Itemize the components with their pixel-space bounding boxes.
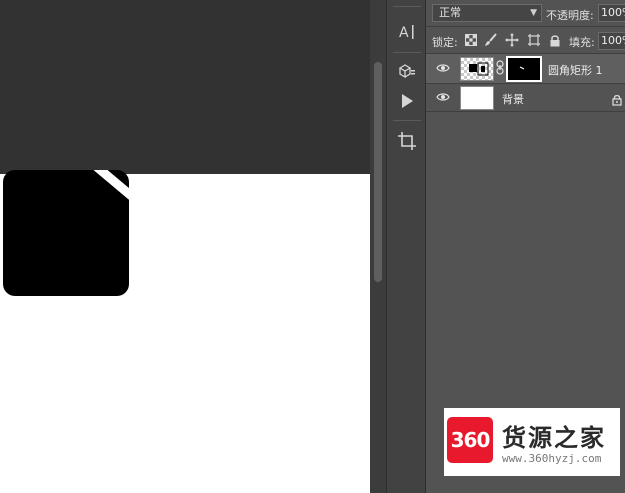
lock-paint-icon[interactable] — [484, 33, 498, 47]
play-action-icon[interactable] — [392, 87, 422, 115]
watermark-url: www.360hyzj.com — [502, 452, 602, 465]
fill-input[interactable]: 100% — [598, 32, 625, 50]
lock-transparent-icon[interactable] — [464, 33, 478, 47]
tool-separator — [393, 6, 421, 7]
vector-mask-thumbnail[interactable] — [506, 56, 542, 82]
lock-position-icon[interactable] — [505, 33, 519, 47]
panel-tool-strip: A — [386, 0, 426, 493]
blend-mode-value: 正常 — [439, 6, 461, 19]
watermark-title: 货源之家 — [502, 424, 606, 452]
layer-content-thumbnail[interactable] — [460, 57, 494, 81]
opacity-input[interactable]: 100% — [598, 4, 625, 22]
canvas-area[interactable] — [0, 0, 370, 493]
shape-cut-stroke — [90, 170, 129, 201]
blend-mode-select[interactable]: 正常 ▼ — [432, 4, 542, 22]
site-watermark: 360 货源之家 www.360hyzj.com — [444, 408, 620, 476]
photoshop-window: A 正常 ▼ 不透明度: 100 锁定: 填充: 100 圆角矩形 1 背景 3… — [0, 0, 625, 493]
lock-artboard-icon[interactable] — [527, 33, 541, 47]
layer-lock-icon — [612, 91, 622, 110]
lock-label: 锁定: — [432, 36, 458, 49]
layer-row-background[interactable]: 背景 — [426, 84, 625, 112]
layer-content-thumbnail[interactable] — [460, 86, 494, 110]
visibility-eye-icon[interactable] — [436, 62, 450, 74]
watermark-logo-text: 360 — [450, 428, 491, 452]
layer-name: 圆角矩形 1 — [548, 64, 603, 77]
scrollbar-thumb[interactable] — [374, 62, 382, 282]
mask-link-icon[interactable] — [496, 60, 504, 76]
visibility-eye-icon[interactable] — [436, 91, 450, 103]
watermark-logo: 360 — [447, 417, 493, 463]
blend-opacity-bar: 正常 ▼ 不透明度: 100% — [426, 0, 625, 27]
layer-row-rounded-rect[interactable]: 圆角矩形 1 — [426, 54, 625, 84]
crop-icon[interactable] — [392, 127, 422, 155]
tool-separator — [393, 52, 421, 53]
fill-label: 填充: — [569, 36, 595, 49]
tool-separator — [393, 120, 421, 121]
opacity-label: 不透明度: — [546, 9, 594, 22]
lock-bar: 锁定: 填充: 100 — [426, 28, 625, 54]
lock-all-icon[interactable] — [548, 33, 562, 47]
layer-name: 背景 — [502, 93, 524, 106]
character-panel-icon[interactable]: A — [392, 18, 422, 46]
chevron-down-icon: ▼ — [530, 8, 537, 18]
3d-panel-icon[interactable] — [392, 58, 422, 86]
rounded-rectangle-shape[interactable] — [3, 170, 129, 296]
svg-text:A: A — [399, 25, 409, 41]
